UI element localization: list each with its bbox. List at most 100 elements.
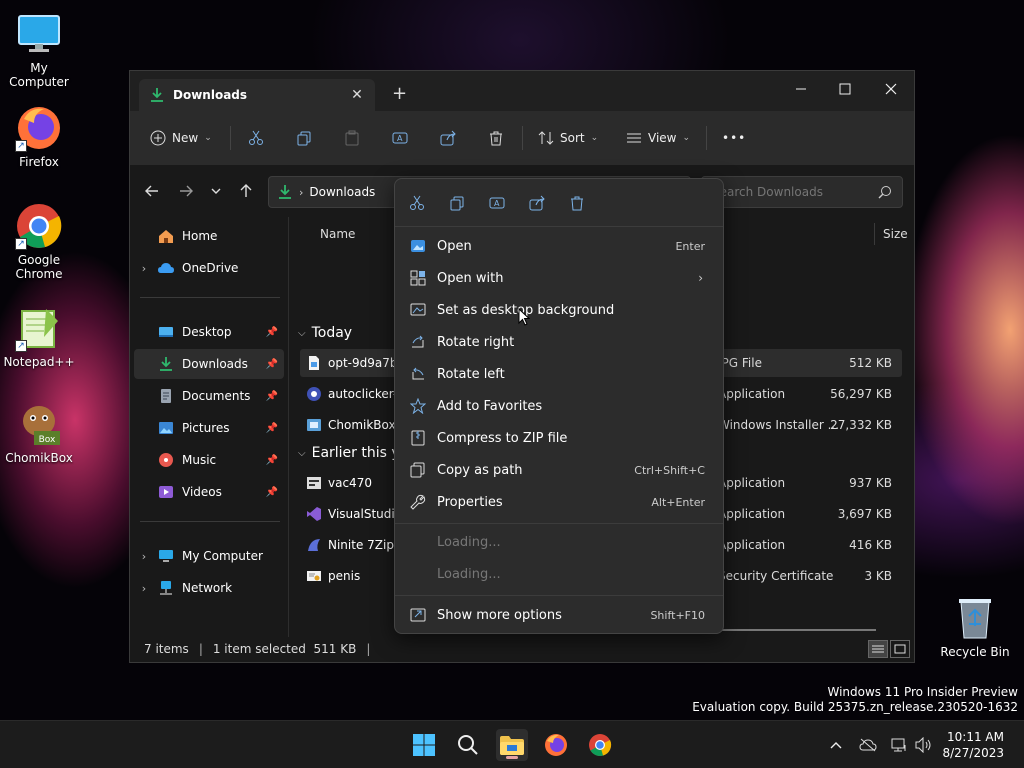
- onedrive-tray-icon[interactable]: [858, 735, 878, 755]
- search-input[interactable]: [712, 185, 878, 199]
- wallpaper-icon: [409, 301, 427, 319]
- ctx-rename-button[interactable]: A: [487, 193, 507, 213]
- ctx-compress-zip[interactable]: Compress to ZIP file: [401, 423, 717, 453]
- ctx-copy-button[interactable]: [447, 193, 467, 213]
- start-button[interactable]: [408, 729, 440, 761]
- forward-button[interactable]: [174, 179, 198, 203]
- ctx-open-with[interactable]: Open with ›: [401, 263, 717, 293]
- chomikbox-icon: Box: [15, 400, 63, 448]
- desktop-icon-firefox[interactable]: ↗ Firefox: [0, 104, 78, 169]
- ctx-add-to-favorites[interactable]: Add to Favorites: [401, 391, 717, 421]
- minimize-button[interactable]: [778, 75, 824, 103]
- ctx-copy-as-path[interactable]: Copy as path Ctrl+Shift+C: [401, 455, 717, 485]
- file-type: Security Certificate: [718, 569, 834, 583]
- recent-locations-button[interactable]: [204, 179, 228, 203]
- nav-item-desktop[interactable]: Desktop 📌: [134, 317, 284, 347]
- tiles-view-button[interactable]: [890, 640, 910, 658]
- file-type: Application: [718, 476, 786, 490]
- desktop-icon-notepadpp[interactable]: ↗ Notepad++: [0, 304, 78, 369]
- share-button[interactable]: [440, 125, 456, 151]
- nav-label: Pictures: [182, 421, 230, 435]
- tiles-view-icon: [894, 644, 906, 654]
- download-icon: [160, 357, 172, 371]
- volume-tray-icon[interactable]: [914, 735, 934, 755]
- chevron-down-icon: ⌄: [682, 133, 691, 143]
- arrow-left-icon: [145, 185, 158, 197]
- copy-button[interactable]: [296, 125, 312, 151]
- system-clock[interactable]: 10:11 AM 8/27/2023: [942, 729, 1004, 761]
- ctx-open[interactable]: Open Enter: [401, 231, 717, 261]
- title-bar[interactable]: Downloads ✕ +: [130, 71, 914, 111]
- ctx-rotate-right[interactable]: Rotate right: [401, 327, 717, 357]
- ctx-properties[interactable]: Properties Alt+Enter: [401, 487, 717, 517]
- chevron-right-icon[interactable]: ›: [134, 550, 154, 563]
- maximize-button[interactable]: [822, 75, 868, 103]
- trash-icon: [571, 196, 583, 211]
- nav-label: OneDrive: [182, 261, 239, 275]
- chevron-right-icon[interactable]: ›: [134, 262, 154, 275]
- nav-item-onedrive[interactable]: › OneDrive: [134, 253, 284, 283]
- ctx-share-button[interactable]: [527, 193, 547, 213]
- nav-item-downloads[interactable]: Downloads 📌: [134, 349, 284, 379]
- cut-button[interactable]: [248, 125, 264, 151]
- context-menu: A Open Enter Open with › Set as desktop …: [394, 178, 724, 634]
- column-header-size[interactable]: Size: [874, 223, 908, 245]
- column-header-name[interactable]: Name: [320, 223, 355, 245]
- ctx-delete-button[interactable]: [567, 193, 587, 213]
- ctx-cut-button[interactable]: [407, 193, 427, 213]
- sort-button[interactable]: Sort ⌄: [538, 125, 598, 151]
- tab-downloads[interactable]: Downloads ✕: [139, 79, 375, 111]
- show-hidden-icons-button[interactable]: [826, 735, 846, 755]
- ctx-rotate-left[interactable]: Rotate left: [401, 359, 717, 389]
- nav-item-documents[interactable]: Documents 📌: [134, 381, 284, 411]
- breadcrumb-downloads[interactable]: Downloads: [309, 185, 375, 199]
- file-size: 512 KB: [849, 356, 892, 370]
- toolbar-divider: [230, 126, 231, 150]
- search-box[interactable]: [701, 176, 903, 208]
- nav-item-network[interactable]: › Network: [134, 573, 284, 603]
- up-button[interactable]: [234, 179, 258, 203]
- visual-studio-icon: [307, 507, 321, 521]
- new-button[interactable]: New ⌄: [150, 125, 212, 151]
- scissors-icon: [410, 195, 424, 210]
- certificate-icon: [307, 571, 321, 581]
- details-view-button[interactable]: [868, 640, 888, 658]
- view-button-label: View: [648, 131, 677, 145]
- chevron-right-icon[interactable]: ›: [134, 582, 154, 595]
- delete-button[interactable]: [488, 125, 504, 151]
- group-header-today[interactable]: ⌵ Today: [298, 325, 352, 341]
- taskbar-firefox[interactable]: [540, 729, 572, 761]
- desktop-icon-recycle-bin[interactable]: Recycle Bin: [940, 596, 1010, 659]
- back-button[interactable]: [140, 179, 164, 203]
- ctx-show-more-options[interactable]: Show more options Shift+F10: [401, 600, 717, 630]
- taskbar-search-button[interactable]: [452, 729, 484, 761]
- pane-splitter[interactable]: [288, 217, 289, 637]
- close-window-button[interactable]: [868, 75, 914, 103]
- nav-item-my-computer[interactable]: › My Computer: [134, 541, 284, 571]
- nav-item-pictures[interactable]: Pictures 📌: [134, 413, 284, 443]
- taskbar-chrome[interactable]: [584, 729, 616, 761]
- notepadpp-icon: ↗: [15, 304, 63, 352]
- rename-button[interactable]: A: [392, 125, 408, 151]
- network-tray-icon[interactable]: [890, 735, 910, 755]
- view-button[interactable]: View ⌄: [626, 125, 690, 151]
- file-size: 27,332 KB: [830, 418, 892, 432]
- desktop-icon-chrome[interactable]: ↗ Google Chrome: [0, 202, 78, 281]
- paste-button[interactable]: [344, 125, 360, 151]
- nav-item-videos[interactable]: Videos 📌: [134, 477, 284, 507]
- desktop-icon-chomikbox[interactable]: Box ChomikBox: [0, 400, 78, 465]
- recycle-bin-icon: [959, 599, 991, 639]
- mouse-cursor-icon: [518, 308, 530, 326]
- new-tab-button[interactable]: +: [392, 85, 407, 103]
- close-tab-icon[interactable]: ✕: [347, 85, 367, 105]
- nav-item-home[interactable]: Home: [134, 221, 284, 251]
- desktop-icon-my-computer[interactable]: My Computer: [0, 10, 78, 89]
- nav-item-music[interactable]: Music 📌: [134, 445, 284, 475]
- trash-icon: [490, 131, 502, 146]
- more-options-button[interactable]: •••: [722, 125, 746, 151]
- file-type: Application: [718, 538, 786, 552]
- file-type: Windows Installer ...: [718, 418, 840, 432]
- ctx-set-desktop-background[interactable]: Set as desktop background: [401, 295, 717, 325]
- taskbar-file-explorer[interactable]: [496, 729, 528, 761]
- desktop-icon-label: My Computer: [9, 61, 69, 89]
